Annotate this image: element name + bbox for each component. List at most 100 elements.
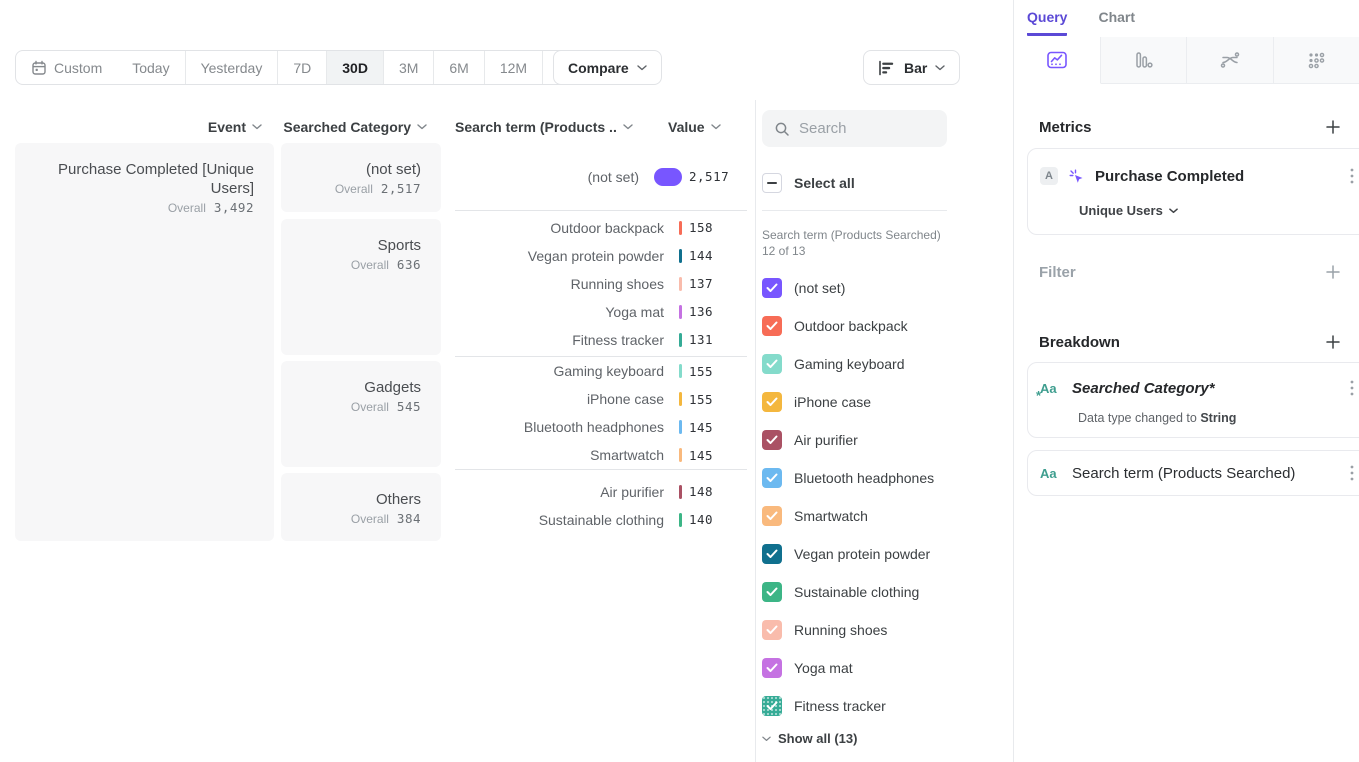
breakdown-menu-button[interactable] [1348,378,1356,398]
select-all-checkbox[interactable] [762,173,782,193]
checkbox[interactable] [762,658,782,678]
value-row[interactable]: Smartwatch 145 [455,441,747,469]
insights-icon [1045,48,1069,72]
flows-icon [1218,48,1242,72]
filter-search[interactable] [762,110,947,147]
value-row[interactable]: Air purifier 148 [455,478,747,506]
report-type-flows[interactable] [1187,37,1274,84]
checkbox[interactable] [762,316,782,336]
category-block-sports[interactable]: Sports Overall636 [281,219,441,355]
value-row-number: 137 [689,276,747,291]
filter-checkbox-item[interactable]: Gaming keyboard [762,345,982,383]
value-row[interactable]: iPhone case 155 [455,385,747,413]
value-row[interactable]: Bluetooth headphones 145 [455,413,747,441]
check-icon [766,321,778,331]
show-all-button[interactable]: Show all (13) [762,731,857,746]
checkbox[interactable] [762,354,782,374]
value-row-number: 148 [689,484,747,499]
string-type-icon: Aa [1040,466,1062,481]
metric-card[interactable]: A Purchase Completed Unique Users [1027,148,1359,235]
metric-menu-button[interactable] [1348,166,1356,186]
checkbox[interactable] [762,620,782,640]
report-type-retention[interactable] [1274,37,1359,84]
check-icon [766,435,778,445]
filter-checkbox-item[interactable]: (not set) [762,269,982,307]
value-bar [679,448,682,462]
value-row[interactable]: Outdoor backpack 158 [455,214,747,242]
value-bar [679,513,682,527]
checkbox[interactable] [762,696,782,716]
breakdown-card-searched-category[interactable]: *Aa Searched Category* Data type changed… [1027,362,1359,438]
report-type-insights[interactable] [1014,37,1101,84]
filter-item-label: Vegan protein powder [794,546,930,562]
breakdown-menu-button[interactable] [1348,463,1356,483]
value-row[interactable]: Gaming keyboard 155 [455,357,747,385]
filter-checkbox-item[interactable]: Sustainable clothing [762,573,982,611]
tab-chart[interactable]: Chart [1098,9,1135,36]
report-type-strip [1014,37,1359,84]
filter-checkbox-item[interactable]: Bluetooth headphones [762,459,982,497]
filter-checkbox-item[interactable]: Fitness tracker [762,687,982,725]
tab-query[interactable]: Query [1027,9,1067,36]
date-range-option[interactable]: Yesterday [185,51,278,84]
select-all[interactable]: Select all [762,173,855,193]
date-range-custom[interactable]: Custom [16,51,117,84]
date-range-picker: Custom Today Yesterday 7D 30D 3M 6M 12M … [15,50,619,85]
chart-type-button[interactable]: Bar [863,50,960,85]
breakdown-title: Searched Category* [1072,380,1338,397]
retention-icon [1304,48,1328,72]
filter-checkbox-item[interactable]: Smartwatch [762,497,982,535]
category-block-others[interactable]: Others Overall384 [281,473,441,541]
checkbox[interactable] [762,468,782,488]
date-range-option[interactable]: 3M [383,51,433,84]
checkbox[interactable] [762,544,782,564]
date-range-option[interactable]: Today [117,51,184,84]
date-range-option[interactable]: 12M [484,51,542,84]
filter-checkbox-item[interactable]: Running shoes [762,611,982,649]
add-metric-button[interactable] [1325,119,1341,135]
column-header-searched-category[interactable]: Searched Category [281,116,427,138]
value-row[interactable]: Fitness tracker 131 [455,326,747,354]
checkbox[interactable] [762,506,782,526]
value-row[interactable]: Vegan protein powder 144 [455,242,747,270]
breakdown-note: Data type changed to String [1028,411,1359,425]
value-row[interactable]: (not set) 2,517 [455,163,747,191]
value-bar [679,364,682,378]
add-breakdown-button[interactable] [1325,334,1341,350]
column-header-value[interactable]: Value [668,116,738,138]
column-header-event[interactable]: Event [15,116,262,138]
category-block-gadgets[interactable]: Gadgets Overall545 [281,361,441,467]
checkbox[interactable] [762,392,782,412]
value-row[interactable]: Running shoes 137 [455,270,747,298]
date-range-option-label: 12M [500,60,527,76]
value-row-label: Sustainable clothing [455,512,664,528]
date-range-option[interactable]: 30D [326,51,383,84]
chevron-down-icon [935,65,945,71]
value-row[interactable]: Yoga mat 136 [455,298,747,326]
checkbox[interactable] [762,278,782,298]
add-filter-button[interactable] [1325,264,1341,280]
filter-item-label: Yoga mat [794,660,853,676]
metric-aggregation-selector[interactable]: Unique Users [1079,203,1359,218]
checkbox[interactable] [762,430,782,450]
filter-checkbox-item[interactable]: Air purifier [762,421,982,459]
value-row[interactable]: Sustainable clothing 140 [455,506,747,534]
report-type-funnels[interactable] [1101,37,1188,84]
breakdown-card-search-term[interactable]: Aa Search term (Products Searched) [1027,450,1359,496]
date-range-option[interactable]: 7D [277,51,326,84]
filter-checkbox-item[interactable]: Outdoor backpack [762,307,982,345]
filter-checkbox-item[interactable]: Yoga mat [762,649,982,687]
compare-label: Compare [568,60,629,76]
compare-button[interactable]: Compare [553,50,662,85]
date-range-option[interactable]: 6M [433,51,483,84]
plus-icon [1325,119,1341,135]
category-block-not-set[interactable]: (not set) Overall2,517 [281,143,441,212]
value-row-label: Gaming keyboard [455,363,664,379]
event-block[interactable]: Purchase Completed [Unique Users] Overal… [15,143,274,541]
filter-checkbox-item[interactable]: iPhone case [762,383,982,421]
column-header-search-term[interactable]: Search term (Products ... [455,116,633,138]
check-icon [766,625,778,635]
search-input[interactable] [799,120,929,137]
filter-checkbox-item[interactable]: Vegan protein powder [762,535,982,573]
checkbox[interactable] [762,582,782,602]
